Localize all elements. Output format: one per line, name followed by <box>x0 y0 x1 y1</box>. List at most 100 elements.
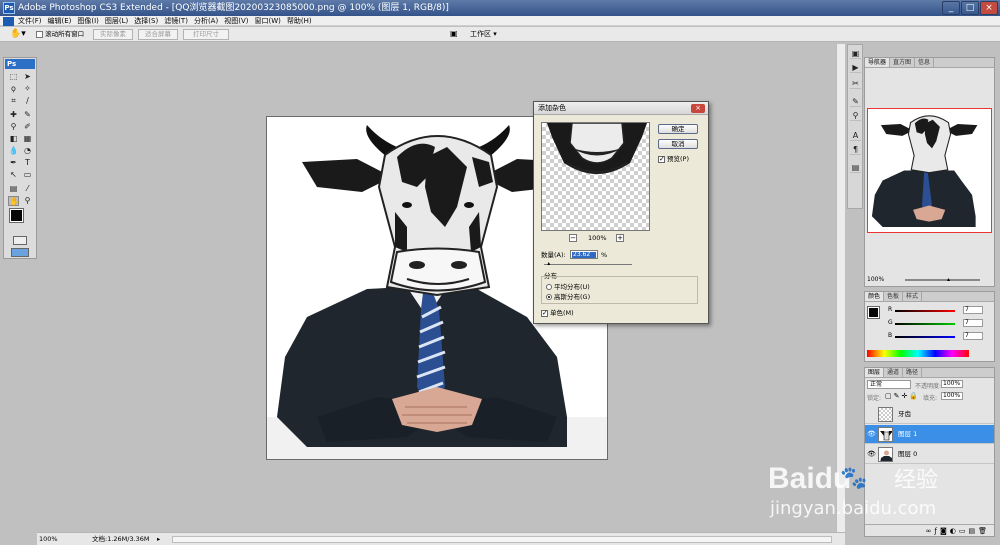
marquee-tool-icon[interactable]: ⬚ <box>8 72 19 82</box>
fit-screen-button[interactable]: 适合屏幕 <box>138 29 178 40</box>
adjustment-layer-icon[interactable]: ◐ <box>950 527 959 535</box>
uniform-option[interactable]: 平均分布(U) <box>546 283 590 291</box>
menu-window[interactable]: 窗口(W) <box>254 16 280 26</box>
maximize-button[interactable]: □ <box>961 1 979 15</box>
ps-menu-icon[interactable] <box>3 17 14 26</box>
slice-tool-icon[interactable]: ∕ <box>22 96 33 106</box>
clone-stamp-icon[interactable]: ⚲ <box>8 122 19 132</box>
amount-slider-track[interactable] <box>544 264 632 265</box>
tab-styles[interactable]: 样式 <box>903 292 923 301</box>
blend-mode-select[interactable]: 正常 <box>867 380 911 389</box>
preview-option[interactable]: ✓ 预览(P) <box>658 155 689 163</box>
minimize-button[interactable]: _ <box>942 1 960 15</box>
pen-tool-icon[interactable]: ✒ <box>8 158 19 168</box>
tool-presets-icon[interactable]: ✂ <box>850 79 861 89</box>
close-window-button[interactable]: × <box>980 1 998 15</box>
monochromatic-option[interactable]: ✓ 单色(M) <box>541 309 574 317</box>
lasso-tool-icon[interactable]: ϙ <box>8 84 19 94</box>
eye-icon[interactable]: 👁 <box>867 430 876 438</box>
menu-file[interactable]: 文件(F) <box>18 16 42 26</box>
history-panel-icon[interactable]: ▣ <box>850 49 861 59</box>
hand-tool-preset-icon[interactable]: ✋▾ <box>10 29 26 39</box>
new-layer-icon[interactable]: ▤ <box>968 527 978 535</box>
navigator-slider-thumb[interactable]: ▴ <box>947 276 950 284</box>
crop-tool-icon[interactable]: ⌗ <box>8 96 19 106</box>
vertical-scrollbar[interactable] <box>836 44 845 532</box>
green-value[interactable]: 7 <box>963 319 983 327</box>
gradient-tool-icon[interactable]: ▦ <box>22 134 33 144</box>
zoom-tool-icon[interactable]: ⚲ <box>22 196 33 206</box>
print-size-button[interactable]: 打印尺寸 <box>183 29 229 40</box>
tab-histogram[interactable]: 直方图 <box>890 58 916 67</box>
healing-brush-icon[interactable]: ✚ <box>8 110 19 120</box>
color-foreground-swatch[interactable] <box>867 306 880 319</box>
tab-channels[interactable]: 通道 <box>884 368 904 377</box>
navigator-zoom[interactable]: 100% <box>867 276 884 284</box>
blue-value[interactable]: 7 <box>963 332 983 340</box>
actual-pixels-button[interactable]: 实际像素 <box>93 29 133 40</box>
tab-layers[interactable]: 图层 <box>865 368 885 377</box>
shape-tool-icon[interactable]: ▭ <box>22 170 33 180</box>
delete-layer-icon[interactable]: 🗑 <box>978 527 990 535</box>
paragraph-panel-icon[interactable]: ¶ <box>850 145 861 155</box>
screen-mode-icon[interactable] <box>11 248 29 257</box>
menu-edit[interactable]: 编辑(E) <box>48 16 72 26</box>
preview-window[interactable] <box>541 122 650 231</box>
dodge-tool-icon[interactable]: ◔ <box>22 146 33 156</box>
status-zoom[interactable]: 100% <box>39 533 58 545</box>
eraser-tool-icon[interactable]: ◧ <box>8 134 19 144</box>
fill-input[interactable]: 100% <box>941 392 963 400</box>
tab-paths[interactable]: 路径 <box>903 368 923 377</box>
red-value[interactable]: 7 <box>963 306 983 314</box>
clone-source-icon[interactable]: ⚲ <box>850 111 861 121</box>
scroll-all-windows-option[interactable]: 滚动所有窗口 <box>36 30 84 39</box>
type-tool-icon[interactable]: T <box>22 158 33 168</box>
menu-help[interactable]: 帮助(H) <box>287 16 312 26</box>
menu-view[interactable]: 视图(V) <box>224 16 248 26</box>
zoom-in-button[interactable]: + <box>616 234 624 242</box>
monochromatic-checkbox[interactable]: ✓ <box>541 309 548 317</box>
layer-row-layer-1[interactable]: 👁 图层 1 <box>865 425 994 444</box>
opacity-input[interactable]: 100% <box>941 380 963 388</box>
ok-button[interactable]: 确定 <box>658 124 698 134</box>
layer-mask-icon[interactable]: ◙ <box>940 527 950 535</box>
gaussian-radio[interactable] <box>546 294 552 300</box>
navigator-zoom-slider[interactable] <box>905 279 980 281</box>
layer-row-teeth[interactable]: 牙齿 <box>865 405 994 424</box>
cancel-button[interactable]: 取消 <box>658 139 698 149</box>
status-menu-arrow-icon[interactable]: ▸ <box>157 533 160 545</box>
menu-layer[interactable]: 图层(L) <box>105 16 128 26</box>
layer-visibility-empty[interactable] <box>867 410 875 418</box>
menu-analysis[interactable]: 分析(A) <box>194 16 218 26</box>
move-tool-icon[interactable]: ➤ <box>22 72 33 82</box>
uniform-radio[interactable] <box>546 284 552 290</box>
foreground-color-swatch[interactable] <box>9 208 24 223</box>
workspace-icon[interactable]: ▣ <box>450 29 458 38</box>
layer-comps-icon[interactable]: ▤ <box>850 163 861 173</box>
red-slider[interactable] <box>895 310 955 312</box>
menu-filter[interactable]: 滤镜(T) <box>164 16 188 26</box>
hand-tool-icon[interactable]: ✋ <box>8 196 19 206</box>
blur-tool-icon[interactable]: 💧 <box>8 146 19 156</box>
character-panel-icon[interactable]: A <box>850 131 861 141</box>
amount-slider-thumb[interactable]: ▴ <box>547 261 552 267</box>
menu-image[interactable]: 图像(I) <box>77 16 99 26</box>
eyedropper-tool-icon[interactable]: ⁄ <box>22 184 33 194</box>
tab-navigator[interactable]: 导航器 <box>865 58 891 67</box>
dialog-close-button[interactable]: × <box>691 104 705 113</box>
tab-swatches[interactable]: 色板 <box>884 292 904 301</box>
dialog-title-bar[interactable]: 添加杂色 <box>534 102 708 115</box>
history-brush-icon[interactable]: ✐ <box>22 122 33 132</box>
scroll-all-windows-checkbox[interactable] <box>36 30 43 38</box>
tab-info[interactable]: 信息 <box>915 58 935 67</box>
magic-wand-tool-icon[interactable]: ✧ <box>22 84 33 94</box>
horizontal-scrollbar[interactable] <box>172 536 832 543</box>
amount-input[interactable]: 23.62 <box>570 250 598 259</box>
zoom-out-button[interactable]: − <box>569 234 577 242</box>
tab-color[interactable]: 颜色 <box>865 292 885 301</box>
quick-mask-icon[interactable] <box>13 236 27 245</box>
navigator-thumbnail[interactable] <box>867 108 992 233</box>
lock-icons[interactable]: ▢✎✛🔒 <box>885 392 920 400</box>
green-slider[interactable] <box>895 323 955 325</box>
gaussian-option[interactable]: 高斯分布(G) <box>546 293 590 301</box>
